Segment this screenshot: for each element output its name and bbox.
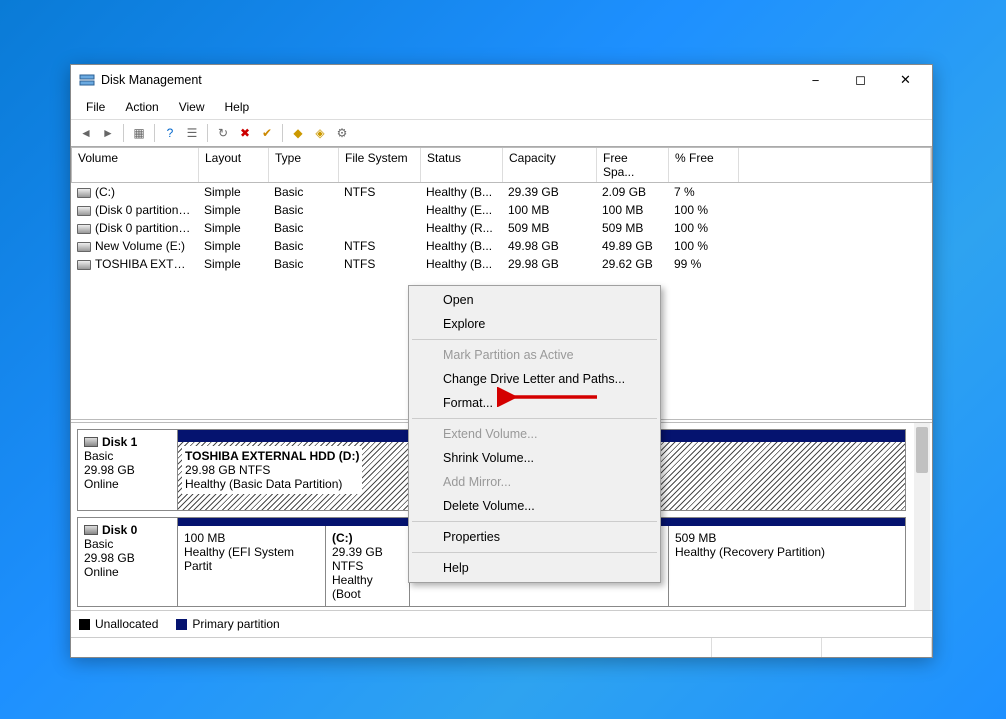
legend-unallocated: Unallocated — [79, 617, 158, 631]
explore-icon[interactable]: ◈ — [310, 123, 330, 143]
properties-icon[interactable]: ☰ — [182, 123, 202, 143]
window-title: Disk Management — [101, 73, 793, 87]
menu-action[interactable]: Action — [116, 97, 167, 117]
column-header[interactable]: Free Spa... — [597, 148, 669, 182]
menu-view[interactable]: View — [170, 97, 214, 117]
annotation-arrow — [497, 387, 607, 407]
app-icon — [79, 72, 95, 88]
statusbar — [71, 637, 932, 657]
check-icon[interactable]: ✔ — [257, 123, 277, 143]
toolbar: ◄► ▦?☰ ↻✖✔ ◆◈⚙ — [71, 120, 932, 147]
column-header[interactable]: File System — [339, 148, 421, 182]
legend-primary: Primary partition — [176, 617, 279, 631]
back-arrow-icon[interactable]: ◄ — [76, 123, 96, 143]
context-menu-item[interactable]: Delete Volume... — [411, 494, 658, 518]
refresh-icon[interactable]: ↻ — [213, 123, 233, 143]
partition-cell[interactable]: 100 MBHealthy (EFI System Partit — [178, 526, 326, 606]
context-menu-item[interactable]: Help — [411, 556, 658, 580]
forward-arrow-icon[interactable]: ► — [98, 123, 118, 143]
show-hide-icon[interactable]: ▦ — [129, 123, 149, 143]
new-icon[interactable]: ◆ — [288, 123, 308, 143]
help-icon[interactable]: ? — [160, 123, 180, 143]
menubar: File Action View Help — [71, 95, 932, 120]
context-menu-item[interactable]: Open — [411, 288, 658, 312]
delete-icon[interactable]: ✖ — [235, 123, 255, 143]
column-header[interactable]: % Free — [669, 148, 739, 182]
disk-header[interactable]: Disk 0Basic29.98 GBOnline — [78, 518, 178, 606]
column-header[interactable]: Layout — [199, 148, 269, 182]
maximize-button[interactable]: ◻ — [838, 66, 883, 94]
disk-management-window: Disk Management − ◻ ✕ File Action View H… — [70, 64, 933, 658]
context-menu-item[interactable]: Properties — [411, 525, 658, 549]
context-menu-item: Mark Partition as Active — [411, 343, 658, 367]
context-menu-item[interactable]: Explore — [411, 312, 658, 336]
column-header[interactable]: Type — [269, 148, 339, 182]
disk-header[interactable]: Disk 1Basic29.98 GBOnline — [78, 430, 178, 510]
minimize-button[interactable]: − — [793, 66, 838, 94]
partition-cell[interactable]: 509 MBHealthy (Recovery Partition) — [669, 526, 859, 606]
menu-file[interactable]: File — [77, 97, 114, 117]
table-row[interactable]: TOSHIBA EXTERN...SimpleBasicNTFSHealthy … — [71, 255, 932, 273]
column-header[interactable]: Capacity — [503, 148, 597, 182]
column-header[interactable]: Status — [421, 148, 503, 182]
table-row[interactable]: (Disk 0 partition 4)SimpleBasicHealthy (… — [71, 219, 932, 237]
partition-cell[interactable]: (C:)29.39 GB NTFSHealthy (Boot — [326, 526, 410, 606]
table-row[interactable]: (C:)SimpleBasicNTFSHealthy (B...29.39 GB… — [71, 183, 932, 201]
context-menu: OpenExploreMark Partition as ActiveChang… — [408, 285, 661, 583]
table-header: VolumeLayoutTypeFile SystemStatusCapacit… — [71, 147, 932, 183]
titlebar[interactable]: Disk Management − ◻ ✕ — [71, 65, 932, 95]
table-row[interactable]: (Disk 0 partition 1)SimpleBasicHealthy (… — [71, 201, 932, 219]
context-menu-item: Extend Volume... — [411, 422, 658, 446]
table-row[interactable]: New Volume (E:)SimpleBasicNTFSHealthy (B… — [71, 237, 932, 255]
legend: Unallocated Primary partition — [71, 610, 932, 637]
menu-help[interactable]: Help — [216, 97, 259, 117]
settings-icon[interactable]: ⚙ — [332, 123, 352, 143]
context-menu-item: Add Mirror... — [411, 470, 658, 494]
close-button[interactable]: ✕ — [883, 66, 928, 94]
scrollbar[interactable] — [914, 423, 930, 610]
context-menu-item[interactable]: Shrink Volume... — [411, 446, 658, 470]
column-header[interactable]: Volume — [72, 148, 199, 182]
